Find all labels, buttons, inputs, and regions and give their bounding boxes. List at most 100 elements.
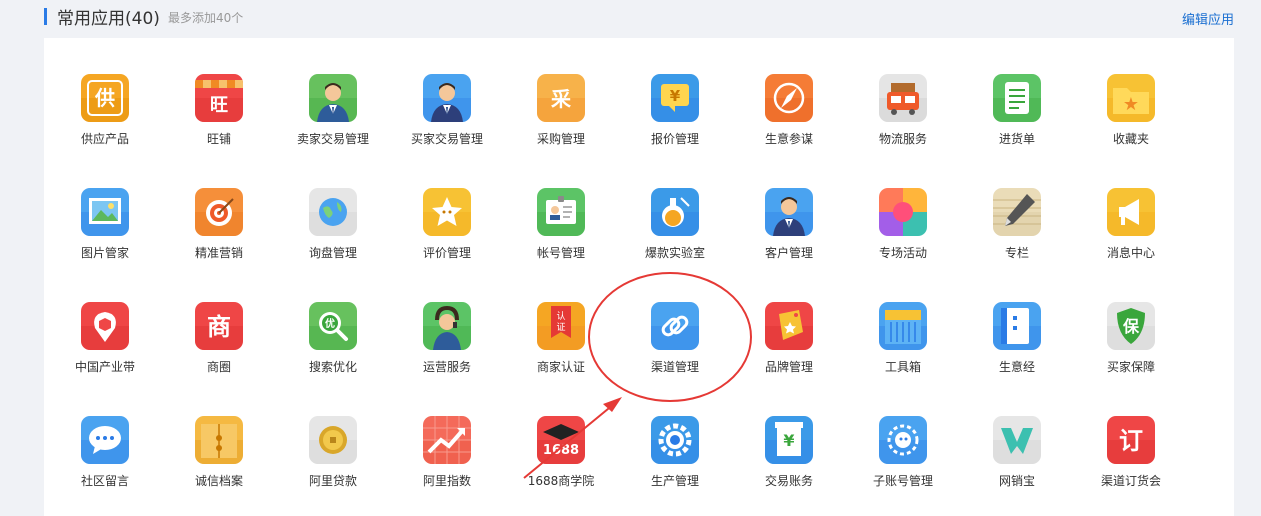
app-label: 商圈 <box>206 360 231 374</box>
app-tile[interactable]: ★ 收藏夹 <box>1079 74 1183 170</box>
app-label: 运营服务 <box>422 360 471 374</box>
truck-icon <box>879 74 927 122</box>
app-label: 爆款实验室 <box>644 246 705 260</box>
app-tile[interactable]: 工具箱 <box>851 302 955 398</box>
app-tile[interactable]: 认证商家认证 <box>509 302 613 398</box>
seller-icon <box>309 74 357 122</box>
app-label: 买家保障 <box>1106 360 1155 374</box>
app-tile[interactable]: 供供应产品 <box>53 74 157 170</box>
app-label: 网销宝 <box>998 474 1035 488</box>
svg-text:订: 订 <box>1119 427 1143 455</box>
app-label: 中国产业带 <box>74 360 135 374</box>
header-accent-bar <box>44 8 47 25</box>
app-label: 物流服务 <box>878 132 927 146</box>
app-tile[interactable]: 采采购管理 <box>509 74 613 170</box>
chat-icon <box>81 416 129 464</box>
app-label: 生产管理 <box>650 474 699 488</box>
app-tile[interactable]: 买家交易管理 <box>395 74 499 170</box>
shop-icon: 旺 <box>195 74 243 122</box>
app-label: 供应产品 <box>80 132 129 146</box>
app-tile[interactable]: 帐号管理 <box>509 188 613 284</box>
order-list-icon <box>993 74 1041 122</box>
app-label: 专栏 <box>1004 246 1029 260</box>
app-tile[interactable]: 渠道管理 <box>623 302 727 398</box>
app-label: 精准营销 <box>194 246 243 260</box>
section-header: 常用应用(40) 最多添加40个 编辑应用 <box>44 0 1234 36</box>
gear-icon <box>651 416 699 464</box>
app-tile[interactable]: 爆款实验室 <box>623 188 727 284</box>
notebook-icon <box>993 302 1041 350</box>
app-label: 进货单 <box>998 132 1035 146</box>
app-tile[interactable]: 阿里贷款 <box>281 416 385 512</box>
app-tile[interactable]: 生意参谋 <box>737 74 841 170</box>
app-label: 生意经 <box>998 360 1035 374</box>
app-tile[interactable]: 子账号管理 <box>851 416 955 512</box>
svg-text:旺: 旺 <box>210 95 228 116</box>
svg-text:保: 保 <box>1122 317 1140 336</box>
app-tile[interactable]: 卖家交易管理 <box>281 74 385 170</box>
app-tile[interactable]: 运营服务 <box>395 302 499 398</box>
supply-icon: 供 <box>81 74 129 122</box>
app-tile[interactable]: 精准营销 <box>167 188 271 284</box>
location-icon <box>81 302 129 350</box>
app-label: 交易账务 <box>764 474 813 488</box>
app-tile[interactable]: 品牌管理 <box>737 302 841 398</box>
app-label: 专场活动 <box>878 246 927 260</box>
app-tile[interactable]: 询盘管理 <box>281 188 385 284</box>
quote-icon: ¥ <box>651 74 699 122</box>
app-tile[interactable]: 1688 1688商学院 <box>509 416 613 512</box>
pen-icon <box>993 188 1041 236</box>
app-label: 买家交易管理 <box>410 132 483 146</box>
star-icon <box>423 188 471 236</box>
app-label: 收藏夹 <box>1112 132 1149 146</box>
app-tile[interactable]: ¥ 报价管理 <box>623 74 727 170</box>
link-icon <box>651 302 699 350</box>
app-tile[interactable]: 图片管家 <box>53 188 157 284</box>
app-tile[interactable]: 旺旺铺 <box>167 74 271 170</box>
app-tile[interactable]: 阿里指数 <box>395 416 499 512</box>
coin-icon <box>309 416 357 464</box>
app-tile[interactable]: 物流服务 <box>851 74 955 170</box>
app-tile[interactable]: 专场活动 <box>851 188 955 284</box>
app-tile[interactable]: 客户管理 <box>737 188 841 284</box>
graduation-cap-icon: 1688 <box>537 416 585 464</box>
app-tile[interactable]: 订渠道订货会 <box>1079 416 1183 512</box>
app-label: 渠道管理 <box>650 360 699 374</box>
app-label: 帐号管理 <box>536 246 585 260</box>
app-tile[interactable]: 中国产业带 <box>53 302 157 398</box>
app-tile[interactable]: 生产管理 <box>623 416 727 512</box>
app-label: 渠道订货会 <box>1100 474 1161 488</box>
order-meeting-icon: 订 <box>1107 416 1155 464</box>
app-tile[interactable]: 网销宝 <box>965 416 1069 512</box>
edit-apps-link[interactable]: 编辑应用 <box>1182 9 1234 28</box>
app-tile[interactable]: 优搜索优化 <box>281 302 385 398</box>
app-tile[interactable]: 评价管理 <box>395 188 499 284</box>
app-tile[interactable]: ¥ 交易账务 <box>737 416 841 512</box>
app-label: 评价管理 <box>422 246 471 260</box>
svg-text:证: 证 <box>556 322 565 333</box>
app-tile[interactable]: 消息中心 <box>1079 188 1183 284</box>
app-label: 图片管家 <box>80 246 129 260</box>
app-tile[interactable]: 诚信档案 <box>167 416 271 512</box>
svg-text:采: 采 <box>551 87 571 111</box>
sub-account-icon <box>879 416 927 464</box>
app-label: 子账号管理 <box>872 474 933 488</box>
search-icon: 优 <box>309 302 357 350</box>
app-label: 旺铺 <box>206 132 231 146</box>
app-tile[interactable]: 进货单 <box>965 74 1069 170</box>
app-label: 消息中心 <box>1106 246 1155 260</box>
megaphone-icon <box>1107 188 1155 236</box>
app-tile[interactable]: 专栏 <box>965 188 1069 284</box>
toolbox-icon <box>879 302 927 350</box>
purchase-icon: 采 <box>537 74 585 122</box>
section-title: 常用应用(40) <box>57 9 160 29</box>
flask-icon <box>651 188 699 236</box>
app-tile[interactable]: 商商圈 <box>167 302 271 398</box>
app-tile[interactable]: 社区留言 <box>53 416 157 512</box>
app-label: 商家认证 <box>536 360 585 374</box>
app-tile[interactable]: 保买家保障 <box>1079 302 1183 398</box>
app-tile[interactable]: 生意经 <box>965 302 1069 398</box>
svg-text:¥: ¥ <box>783 431 794 450</box>
customer-icon <box>765 188 813 236</box>
app-label: 品牌管理 <box>764 360 813 374</box>
